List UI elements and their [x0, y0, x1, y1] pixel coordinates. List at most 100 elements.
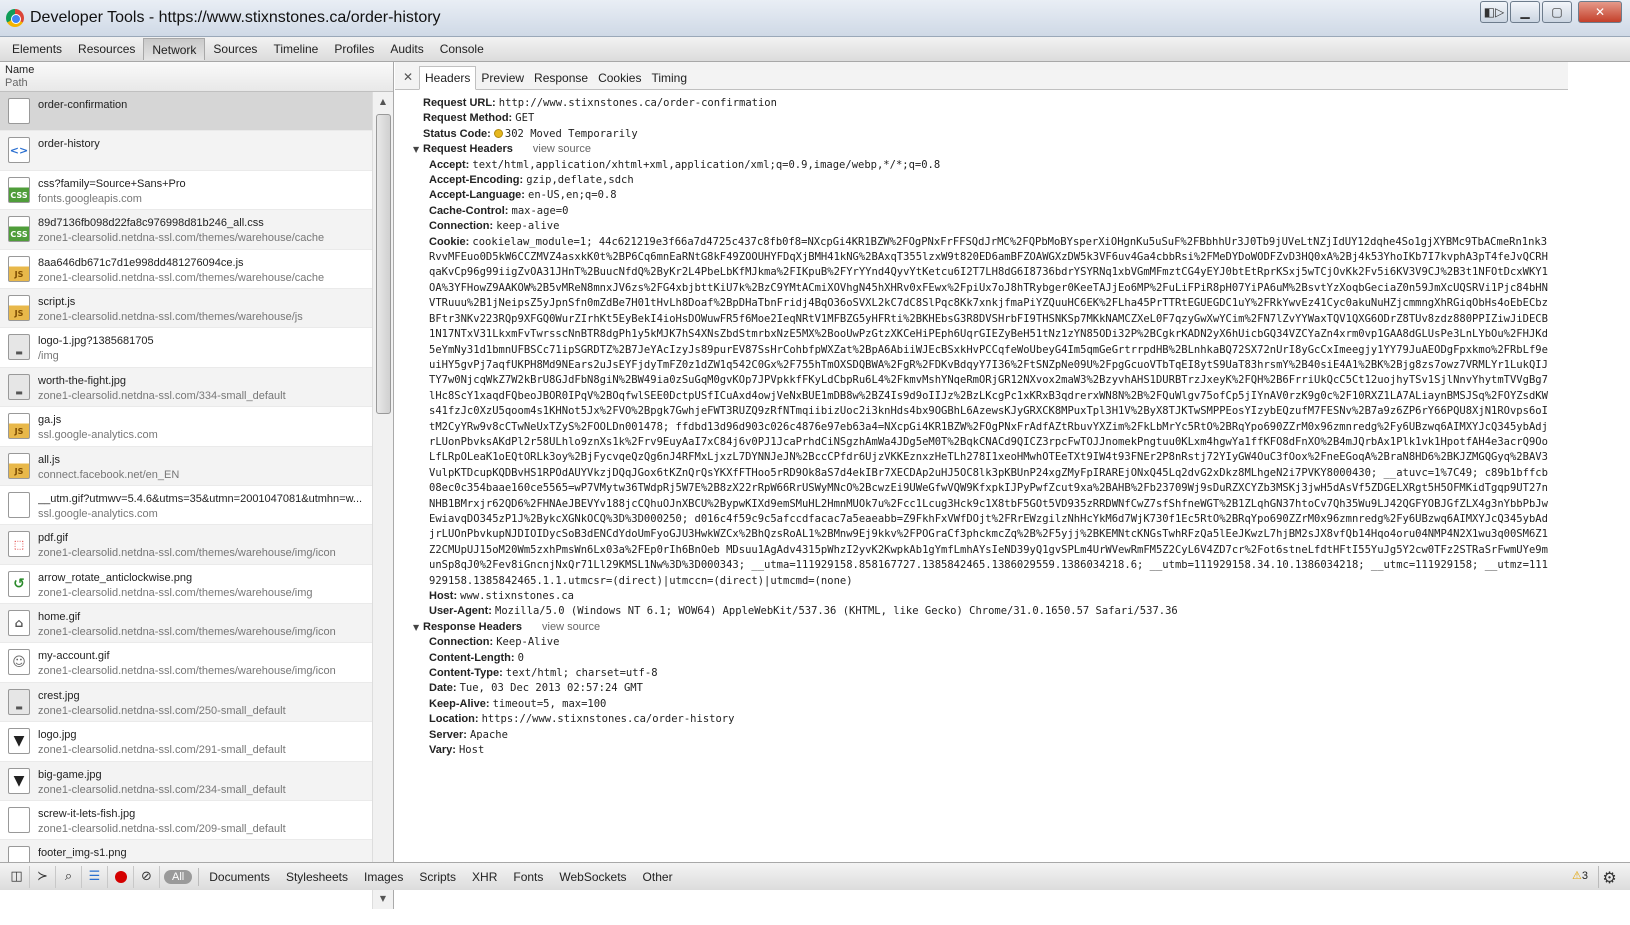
- tab-timeline[interactable]: Timeline: [265, 38, 326, 60]
- pdf-icon: ⬚: [8, 531, 30, 558]
- tab-cookies[interactable]: Cookies: [593, 67, 646, 89]
- filter-stylesheets[interactable]: Stylesheets: [278, 869, 356, 885]
- request-row[interactable]: JS ga.js ssl.google-analytics.com: [0, 407, 372, 447]
- toolbar-divider: [198, 867, 200, 886]
- tab-timing[interactable]: Timing: [646, 67, 692, 89]
- filter-websockets[interactable]: WebSockets: [551, 869, 634, 885]
- request-headers-section[interactable]: ▼ Request Headers view source: [413, 142, 1568, 157]
- settings-gear-icon[interactable]: ⚙: [1598, 866, 1620, 888]
- header-name: Content-Type:: [429, 667, 503, 680]
- request-name: footer_img-s1.png: [38, 847, 127, 860]
- filter-other[interactable]: Other: [635, 869, 681, 885]
- request-row[interactable]: ▬ crest.jpg zone1-clearsolid.netdna-ssl.co…: [0, 682, 372, 723]
- close-button[interactable]: ✕: [1578, 1, 1622, 23]
- user-agent-value: Mozilla/5.0 (Windows NT 6.1; WOW64) Appl…: [495, 605, 1178, 618]
- request-row[interactable]: ⌂ home.gif zone1-clearsolid.netdna-ssl.com…: [0, 604, 372, 644]
- header-name: Connection:: [429, 220, 494, 233]
- tab-headers[interactable]: Headers: [419, 66, 477, 90]
- filter-scripts[interactable]: Scripts: [411, 869, 464, 885]
- tab-console[interactable]: Console: [432, 38, 492, 60]
- request-row[interactable]: JS 8aa646db671c7d1e998dd481276094ce.js zon…: [0, 250, 372, 289]
- request-method-value: GET: [515, 112, 535, 125]
- request-list-scrollbar[interactable]: ▲ ▼: [372, 92, 393, 909]
- request-path: zone1-clearsolid.netdna-ssl.com/250-smal…: [38, 704, 286, 717]
- request-row[interactable]: ⬚ pdf.gif zone1-clearsolid.netdna-ssl.com/…: [0, 525, 372, 565]
- request-headers-title: Request Headers: [423, 143, 513, 156]
- request-path: zone1-clearsolid.netdna-ssl.com/334-smal…: [38, 389, 286, 402]
- js-file-icon: JS: [8, 413, 30, 440]
- tab-sources[interactable]: Sources: [205, 38, 265, 60]
- request-row[interactable]: order-confirmation: [0, 92, 372, 132]
- tab-response[interactable]: Response: [529, 67, 593, 89]
- request-name: logo.jpg: [38, 729, 77, 742]
- status-code-line: Status Code: 302 Moved Temporarily: [423, 127, 1568, 142]
- request-method-line: Request Method: GET: [423, 111, 1568, 126]
- tab-network[interactable]: Network: [143, 38, 206, 60]
- request-name: pdf.gif: [38, 532, 68, 545]
- view-source-link[interactable]: view source: [533, 143, 591, 155]
- header-line: Location: https://www.stixnstones.ca/ord…: [423, 712, 1568, 727]
- request-row[interactable]: ▼ big-game.jpg zone1-clearsolid.netdna-ssl…: [0, 761, 372, 802]
- header-line: Accept-Encoding: gzip,deflate,sdch: [423, 173, 1568, 188]
- request-row[interactable]: <> order-history: [0, 131, 372, 171]
- tab-audits[interactable]: Audits: [382, 38, 431, 60]
- tab-resources[interactable]: Resources: [70, 38, 143, 60]
- view-source-link[interactable]: view source: [542, 621, 600, 633]
- image-icon: ▬: [8, 688, 30, 715]
- request-row[interactable]: ▬ worth-the-fight.jpg zone1-clearsolid.net…: [0, 367, 372, 408]
- response-headers-section[interactable]: ▼ Response Headers view source: [413, 620, 1568, 635]
- minimize-button[interactable]: ▁: [1510, 1, 1540, 23]
- request-name: order-confirmation: [38, 99, 128, 111]
- warning-icon: ⚠: [1572, 869, 1582, 882]
- window-bottom-edge: [0, 909, 1630, 925]
- expand-triangle-icon[interactable]: ▼: [413, 142, 423, 157]
- status-code-value: 302 Moved Temporarily: [504, 127, 638, 140]
- path-column-header: Path: [5, 77, 28, 89]
- request-list-header[interactable]: Name Path: [0, 62, 393, 92]
- scroll-up-icon[interactable]: ▲: [373, 94, 393, 110]
- request-name: 8aa646db671c7d1e998dd481276094ce.js: [38, 256, 244, 269]
- request-row[interactable]: JS script.js zone1-clearsolid.netdna-ssl.c…: [0, 288, 372, 329]
- filter-xhr[interactable]: XHR: [464, 869, 505, 885]
- search-icon[interactable]: ⌕: [56, 865, 82, 888]
- dock-toggle-button[interactable]: ◧▷: [1480, 1, 1508, 23]
- close-detail-icon[interactable]: ✕: [399, 65, 417, 89]
- header-name: Accept-Encoding:: [429, 174, 524, 187]
- request-url-line: Request URL: http://www.stixnstones.ca/o…: [423, 96, 1568, 111]
- filter-documents[interactable]: Documents: [201, 869, 278, 885]
- list-view-icon[interactable]: ☰: [82, 865, 108, 888]
- request-row[interactable]: CSS css?family=Source+Sans+Pro fonts.googl…: [0, 171, 372, 211]
- filter-all[interactable]: All: [164, 869, 193, 884]
- filter-fonts[interactable]: Fonts: [505, 869, 551, 885]
- scroll-down-icon[interactable]: ▼: [373, 891, 393, 907]
- tab-profiles[interactable]: Profiles: [326, 38, 382, 60]
- scrollbar-thumb[interactable]: [376, 114, 391, 414]
- tab-preview[interactable]: Preview: [476, 67, 529, 89]
- request-name: my-account.gif: [38, 650, 110, 663]
- header-line: Accept-Language: en-US,en;q=0.8: [423, 188, 1568, 203]
- request-rows: order-confirmation <> order-history CSS css?…: [0, 92, 372, 909]
- request-name: 89d7136fb098d22fa8c976998d81b246_all.css: [38, 217, 264, 230]
- record-icon[interactable]: [108, 865, 134, 888]
- clear-icon[interactable]: ⊘: [134, 865, 160, 888]
- request-row[interactable]: CSS 89d7136fb098d22fa8c976998d81b246_all.…: [0, 210, 372, 250]
- maximize-button[interactable]: ▢: [1542, 1, 1572, 23]
- request-row[interactable]: ▼ logo.jpg zone1-clearsolid.netdna-ssl.com…: [0, 722, 372, 762]
- request-row[interactable]: __utm.gif?utmwv=5.4.6&utms=35&utmn=20010…: [0, 486, 372, 526]
- request-row[interactable]: screw-it-lets-fish.jpg zone1-clearsolid.n…: [0, 801, 372, 841]
- expand-triangle-icon[interactable]: ▼: [413, 620, 423, 635]
- request-path: zone1-clearsolid.netdna-ssl.com/themes/w…: [38, 310, 303, 323]
- warning-counter[interactable]: ⚠3: [1572, 869, 1588, 882]
- header-value: text/html; charset=utf-8: [505, 667, 658, 680]
- request-row[interactable]: JS all.js connect.facebook.net/en_EN: [0, 446, 372, 486]
- console-icon[interactable]: ≻: [30, 865, 56, 888]
- request-row[interactable]: ↺ arrow_rotate_anticlockwise.png zone1-cle…: [0, 565, 372, 605]
- request-path: zone1-clearsolid.netdna-ssl.com/234-smal…: [38, 783, 286, 796]
- request-row[interactable]: ☺ my-account.gif zone1-clearsolid.netdna-s…: [0, 643, 372, 683]
- header-name: Content-Length:: [429, 651, 515, 664]
- tab-elements[interactable]: Elements: [4, 38, 70, 60]
- dock-icon[interactable]: ◫: [4, 865, 30, 888]
- request-row[interactable]: ▬ logo-1.jpg?1385681705/img: [0, 328, 372, 368]
- filter-images[interactable]: Images: [356, 869, 411, 885]
- request-path: ssl.google-analytics.com: [38, 429, 158, 442]
